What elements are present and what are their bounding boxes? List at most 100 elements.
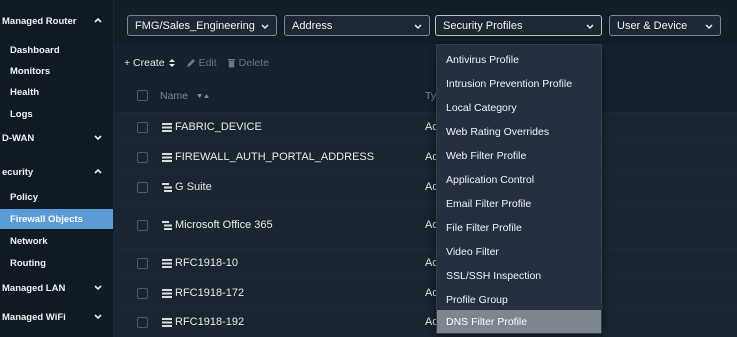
menu-item-local-category[interactable]: Local Category bbox=[437, 96, 601, 119]
row-checkbox[interactable] bbox=[137, 258, 148, 269]
menu-item-email-filter-profile[interactable]: Email Filter Profile bbox=[437, 192, 601, 215]
sidebar-item-label: Network bbox=[10, 235, 48, 247]
chevron-up-icon bbox=[94, 168, 102, 174]
menu-item-profile-group[interactable]: Profile Group bbox=[437, 288, 601, 311]
row-checkbox[interactable] bbox=[137, 152, 148, 163]
sidebar-item-label: Health bbox=[10, 86, 40, 98]
sidebar-item-label: Routing bbox=[10, 257, 46, 269]
sidebar-item-health[interactable]: Health bbox=[0, 82, 113, 102]
sidebar-section-label: Managed Router bbox=[2, 15, 77, 27]
chevron-down-icon bbox=[705, 24, 713, 30]
sidebar-section-label: ecurity bbox=[2, 166, 34, 178]
menu-item-application-control[interactable]: Application Control bbox=[437, 168, 601, 191]
menu-item-ssl-ssh-inspection[interactable]: SSL/SSH Inspection bbox=[437, 264, 601, 287]
address-icon bbox=[162, 289, 172, 298]
sort-icon[interactable] bbox=[196, 92, 210, 100]
sidebar-section-label: D-WAN bbox=[2, 132, 35, 144]
sidebar-item-label: Dashboard bbox=[10, 44, 60, 56]
sidebar-section-managed-router[interactable]: Managed Router bbox=[0, 11, 113, 31]
row-name: G Suite bbox=[175, 181, 212, 193]
create-button[interactable]: + Create bbox=[124, 57, 176, 69]
sidebar-section-security[interactable]: ecurity bbox=[0, 162, 113, 182]
row-name: RFC1918-172 bbox=[175, 287, 245, 299]
sidebar-item-dashboard[interactable]: Dashboard bbox=[0, 40, 113, 60]
sidebar: Managed Router Dashboard Monitors Health… bbox=[0, 0, 114, 337]
chevron-down-icon bbox=[586, 24, 594, 30]
delete-button-label: Delete bbox=[238, 57, 270, 69]
security-profiles-select-value: Security Profiles bbox=[443, 19, 523, 32]
sidebar-item-policy[interactable]: Policy bbox=[0, 187, 113, 207]
sidebar-section-managed-lan[interactable]: Managed LAN bbox=[0, 278, 113, 298]
table-row[interactable]: G Suite Ad bbox=[114, 172, 737, 202]
device-select-value: FMG/Sales_Engineering bbox=[135, 19, 255, 32]
row-name: FIREWALL_AUTH_PORTAL_ADDRESS bbox=[175, 151, 375, 163]
edit-button[interactable]: Edit bbox=[186, 57, 217, 69]
row-name: FABRIC_DEVICE bbox=[175, 121, 262, 133]
sidebar-item-routing[interactable]: Routing bbox=[0, 253, 113, 273]
sidebar-section-label: Managed LAN bbox=[2, 282, 66, 294]
category-select-value: Address bbox=[292, 19, 333, 32]
edit-button-label: Edit bbox=[198, 57, 217, 69]
menu-item-video-filter[interactable]: Video Filter bbox=[437, 240, 601, 263]
trash-icon bbox=[227, 59, 235, 68]
row-checkbox[interactable] bbox=[137, 182, 148, 193]
delete-button[interactable]: Delete bbox=[227, 57, 269, 69]
create-button-label: + Create bbox=[124, 57, 165, 69]
chevron-up-icon bbox=[94, 17, 102, 23]
sidebar-item-logs[interactable]: Logs bbox=[0, 104, 113, 124]
sidebar-item-firewall-objects[interactable]: Firewall Objects bbox=[0, 209, 113, 229]
sidebar-item-network[interactable]: Network bbox=[0, 231, 113, 251]
address-icon bbox=[162, 318, 172, 327]
row-checkbox[interactable] bbox=[137, 220, 148, 231]
table-row[interactable]: RFC1918-10 Ad bbox=[114, 248, 737, 278]
chevron-down-icon bbox=[94, 314, 102, 320]
table-row[interactable]: Microsoft Office 365 Ad bbox=[114, 202, 737, 248]
address-icon bbox=[162, 123, 172, 132]
table-row[interactable]: RFC1918-192 Ad bbox=[114, 307, 737, 337]
select-all-checkbox[interactable] bbox=[137, 90, 148, 101]
toolbar: + Create Edit Delete bbox=[114, 50, 737, 76]
menu-item-web-rating-overrides[interactable]: Web Rating Overrides bbox=[437, 120, 601, 143]
address-group-icon bbox=[162, 183, 172, 192]
menu-item-web-filter-profile[interactable]: Web Filter Profile bbox=[437, 144, 601, 167]
row-name: RFC1918-192 bbox=[175, 316, 245, 328]
user-device-select-value: User & Device bbox=[617, 19, 688, 32]
sort-caret-icon bbox=[168, 59, 175, 67]
table-row[interactable]: FABRIC_DEVICE Ad bbox=[114, 112, 737, 142]
row-checkbox[interactable] bbox=[137, 288, 148, 299]
name-column-header[interactable]: Name bbox=[160, 90, 188, 102]
address-icon bbox=[162, 153, 172, 162]
chevron-down-icon bbox=[94, 135, 102, 141]
menu-item-file-filter-profile[interactable]: File Filter Profile bbox=[437, 216, 601, 239]
chevron-down-icon bbox=[94, 285, 102, 291]
table-row[interactable]: FIREWALL_AUTH_PORTAL_ADDRESS Ad bbox=[114, 142, 737, 172]
sidebar-item-label: Monitors bbox=[10, 65, 51, 77]
row-checkbox[interactable] bbox=[137, 122, 148, 133]
sidebar-item-label: Firewall Objects bbox=[10, 213, 83, 225]
category-select[interactable]: Address bbox=[284, 15, 430, 36]
address-group-icon bbox=[162, 221, 172, 230]
sidebar-item-label: Logs bbox=[10, 108, 33, 120]
sidebar-section-sd-wan[interactable]: D-WAN bbox=[0, 128, 113, 148]
table-header: Name Ty bbox=[114, 82, 737, 110]
menu-item-intrusion-prevention-profile[interactable]: Intrusion Prevention Profile bbox=[437, 72, 601, 95]
sidebar-section-managed-wifi[interactable]: Managed WiFi bbox=[0, 307, 113, 327]
chevron-down-icon bbox=[261, 24, 269, 30]
sidebar-item-label: Policy bbox=[10, 191, 38, 203]
user-device-select[interactable]: User & Device bbox=[609, 15, 721, 36]
type-column-header[interactable]: Ty bbox=[425, 90, 436, 102]
device-select[interactable]: FMG/Sales_Engineering bbox=[127, 15, 277, 36]
security-profiles-select[interactable]: Security Profiles bbox=[435, 15, 602, 36]
main-panel: FMG/Sales_Engineering Address Security P… bbox=[114, 0, 737, 337]
menu-item-antivirus-profile[interactable]: Antivirus Profile bbox=[437, 48, 601, 71]
pencil-icon bbox=[186, 59, 195, 67]
row-name: Microsoft Office 365 bbox=[175, 219, 273, 231]
row-checkbox[interactable] bbox=[137, 317, 148, 328]
menu-item-dns-filter-profile[interactable]: DNS Filter Profile bbox=[437, 310, 601, 333]
security-profiles-menu: Antivirus Profile Intrusion Prevention P… bbox=[436, 44, 602, 334]
table-row[interactable]: RFC1918-172 Ad bbox=[114, 278, 737, 308]
row-name: RFC1918-10 bbox=[175, 257, 238, 269]
address-icon bbox=[162, 259, 172, 268]
sidebar-item-monitors[interactable]: Monitors bbox=[0, 61, 113, 81]
filter-bar: FMG/Sales_Engineering Address Security P… bbox=[114, 0, 737, 44]
